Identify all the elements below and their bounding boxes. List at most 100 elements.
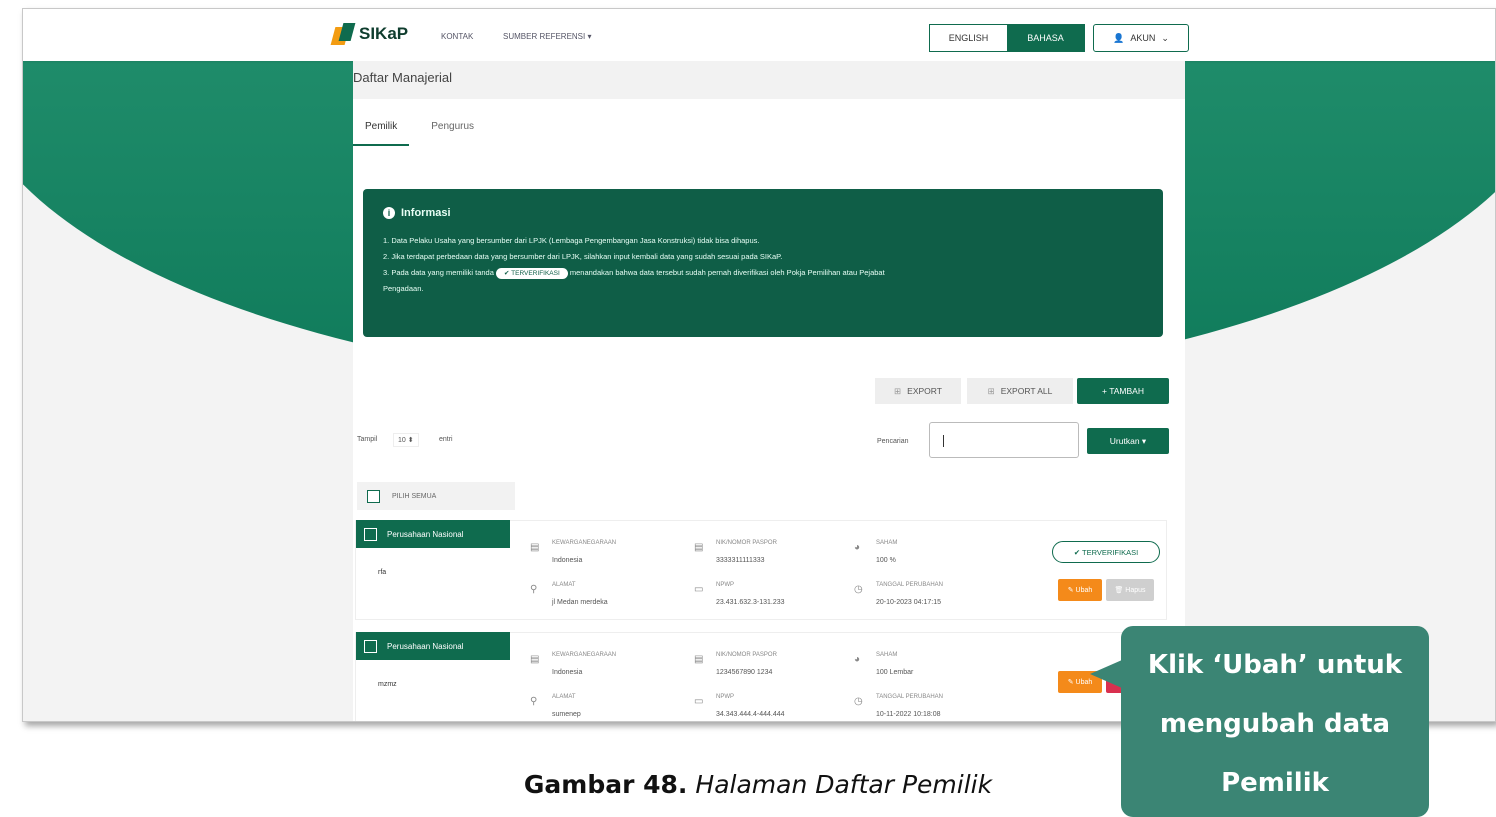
export-icon: ⊞ <box>894 385 902 396</box>
field-value: jl Medan merdeka <box>552 599 608 606</box>
lang-bahasa-button[interactable]: BAHASA <box>1007 25 1084 51</box>
field-label: SAHAM <box>876 540 898 546</box>
field-tanggal: ◷ TANGGAL PERUBAHAN 10-11-2022 10:18:08 <box>854 689 944 721</box>
tab-bar: Pemilik Pengurus <box>353 113 486 146</box>
chevron-down-icon: ⌄ <box>1161 32 1169 43</box>
info-line-3a: 3. Pada data yang memiliki tanda <box>383 268 494 277</box>
id-card-icon: ▤ <box>530 542 540 553</box>
verified-badge: ✔ TERVERIFIKASI <box>1052 541 1160 563</box>
brand-name: SIKaP <box>359 24 409 43</box>
info-title-text: Informasi <box>401 207 451 219</box>
figure-caption: Gambar 48. Halaman Daftar Pemilik <box>0 770 1496 799</box>
callout-pointer <box>1090 660 1122 688</box>
card-header: Daftar Manajerial <box>353 61 1185 99</box>
page-title: Daftar Manajerial <box>353 70 452 85</box>
info-line-2: 2. Jika terdapat perbedaan data yang ber… <box>383 252 783 261</box>
id-card-icon: ▤ <box>694 542 704 553</box>
clock-icon: ◷ <box>854 584 863 595</box>
urutkan-dropdown[interactable]: Urutkan ▾ <box>1087 428 1169 454</box>
top-navbar: SIKaP KONTAK SUMBER REFERENSI ▾ ENGLISH … <box>23 9 1495 61</box>
user-icon: 👤 <box>1113 32 1125 43</box>
field-kewarganegaraan: ▤ KEWARGANEGARAAN Indonesia <box>530 647 616 681</box>
search-input[interactable] <box>929 422 1079 458</box>
select-all-checkbox[interactable] <box>367 489 380 503</box>
field-value: 3333311111333 <box>716 557 765 564</box>
field-value: Indonesia <box>552 669 583 676</box>
field-label: NIK/NOMOR PASPOR <box>716 540 777 546</box>
field-label: NPWP <box>716 694 734 700</box>
field-tanggal: ◷ TANGGAL PERUBAHAN 20-10-2023 04:17:15 <box>854 577 943 611</box>
nav-link-sumber-referensi[interactable]: SUMBER REFERENSI ▾ <box>503 32 591 41</box>
id-card-icon: ▤ <box>694 654 704 665</box>
entri-label: entri <box>439 436 453 443</box>
tab-pemilik[interactable]: Pemilik <box>353 113 410 146</box>
id-card-icon: ▤ <box>530 654 540 665</box>
field-value: Indonesia <box>552 557 583 564</box>
field-alamat: ⚲ ALAMAT sumenep <box>530 689 581 721</box>
callout-line-2: mengubah data <box>1159 709 1391 739</box>
field-label: TANGGAL PERUBAHAN <box>876 694 944 700</box>
language-switch: ENGLISH BAHASA <box>929 24 1085 52</box>
field-value: 20-10-2023 04:17:15 <box>876 599 941 606</box>
account-label: AKUN <box>1130 33 1156 43</box>
field-value: 10-11-2022 10:18:08 <box>876 711 941 718</box>
page-size-select[interactable]: 10 ⬍ <box>393 433 419 447</box>
field-value: 1234567890 1234 <box>716 669 773 676</box>
tambah-button[interactable]: + TAMBAH <box>1077 378 1169 404</box>
field-label: NPWP <box>716 582 734 588</box>
export-all-label: EXPORT ALL <box>1000 386 1053 396</box>
item-checkbox[interactable] <box>364 639 377 653</box>
field-value: sumenep <box>552 711 581 718</box>
pie-chart-icon: ◕ <box>854 654 861 665</box>
account-dropdown[interactable]: 👤 AKUN ⌄ <box>1093 24 1189 52</box>
lang-english-button[interactable]: ENGLISH <box>930 25 1007 51</box>
select-all-row[interactable]: PILIH SEMUA <box>357 482 515 510</box>
verified-badge-sample: ✔ TERVERIFIKASI <box>496 267 568 279</box>
export-all-icon: ⊞ <box>987 385 995 396</box>
sikap-logo-icon <box>333 23 353 45</box>
field-npwp: ▭ NPWP 34.343.444.4-444.444 <box>694 689 785 721</box>
info-line-1: 1. Data Pelaku Usaha yang bersumber dari… <box>383 236 760 245</box>
field-npwp: ▭ NPWP 23.431.632.3-131.233 <box>694 577 785 611</box>
info-line-3: 3. Pada data yang memiliki tanda ✔ TERVE… <box>383 263 1143 283</box>
location-icon: ⚲ <box>530 584 538 595</box>
ubah-button[interactable]: ✎ Ubah <box>1058 579 1102 601</box>
hapus-button-disabled: 🗑 Hapus <box>1106 579 1154 601</box>
info-line-4: Pengadaan. <box>383 284 424 293</box>
item-tag-label: Perusahaan Nasional <box>387 529 464 539</box>
field-kewarganegaraan: ▤ KEWARGANEGARAAN Indonesia <box>530 535 617 569</box>
manajerial-card: Daftar Manajerial Pemilik Pengurus i Inf… <box>353 61 1185 721</box>
info-title: i Informasi <box>383 207 1143 219</box>
export-button[interactable]: ⊞ EXPORT <box>875 378 961 404</box>
field-nik: ▤ NIK/NOMOR PASPOR 1234567890 1234 <box>694 647 777 681</box>
tampil-label: Tampil <box>357 436 378 443</box>
field-value: 100 % <box>876 557 896 564</box>
brand-logo[interactable]: SIKaP <box>333 23 408 45</box>
export-label: EXPORT <box>907 386 942 396</box>
info-icon: i <box>383 207 395 219</box>
pie-chart-icon: ◕ <box>854 542 861 553</box>
callout-line-1: Klik ‘Ubah’ untuk <box>1147 650 1403 680</box>
field-label: KEWARGANEGARAAN <box>552 540 617 546</box>
info-panel: i Informasi 1. Data Pelaku Usaha yang be… <box>363 189 1163 337</box>
tab-pengurus[interactable]: Pengurus <box>419 113 486 146</box>
item-checkbox[interactable] <box>364 527 377 541</box>
info-line-3b: menandakan bahwa data tersebut sudah per… <box>569 268 885 277</box>
card-icon: ▭ <box>694 696 704 707</box>
field-nik: ▤ NIK/NOMOR PASPOR 3333311111333 <box>694 535 777 569</box>
item-tag: Perusahaan Nasional <box>356 520 510 548</box>
item-name: rfa <box>378 569 387 576</box>
list-item: Perusahaan Nasional rfa ▤ KEWARGANEGARAA… <box>355 520 1167 620</box>
field-alamat: ⚲ ALAMAT jl Medan merdeka <box>530 577 608 611</box>
field-value: 23.431.632.3-131.233 <box>716 599 785 606</box>
field-label: ALAMAT <box>552 694 576 700</box>
nav-link-kontak[interactable]: KONTAK <box>441 32 473 41</box>
app-screenshot: SIKaP KONTAK SUMBER REFERENSI ▾ ENGLISH … <box>22 8 1496 722</box>
card-icon: ▭ <box>694 584 704 595</box>
field-label: SAHAM <box>876 652 898 658</box>
export-all-button[interactable]: ⊞ EXPORT ALL <box>967 378 1073 404</box>
select-all-label: PILIH SEMUA <box>392 492 437 500</box>
field-saham: ◕ SAHAM 100 % <box>854 535 898 569</box>
field-saham: ◕ SAHAM 100 Lembar <box>854 647 913 681</box>
location-icon: ⚲ <box>530 696 538 707</box>
